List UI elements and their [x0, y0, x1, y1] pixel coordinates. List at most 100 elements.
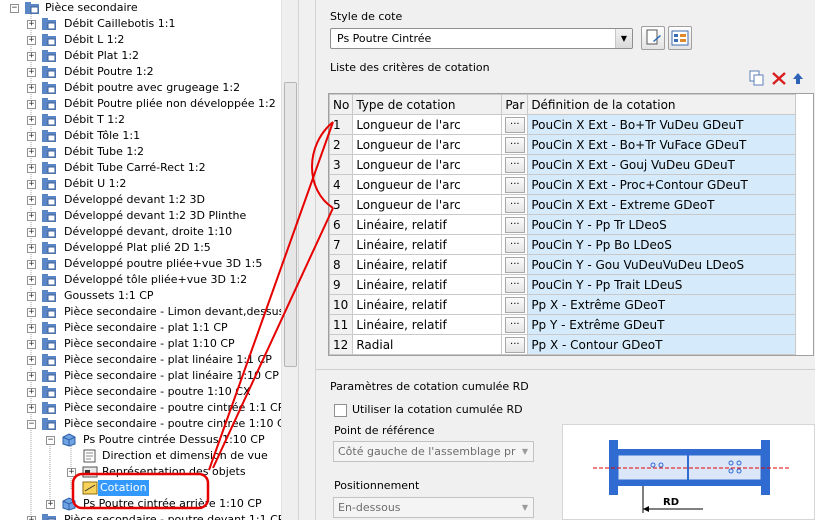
table-row[interactable]: 5 Longueur de l'arc... PouCin X Ext - Extr…: [329, 194, 797, 215]
expand-toggle-icon[interactable]: +: [27, 36, 36, 45]
parameters-button[interactable]: ...: [504, 236, 525, 253]
cell-type[interactable]: Radial: [352, 334, 503, 355]
table-row[interactable]: 8 Linéaire, relatif... PouCin Y - Gou VuDe…: [329, 254, 797, 275]
parameters-button[interactable]: ...: [504, 296, 525, 313]
cell-definition[interactable]: PouCin X Ext - Extreme GDeoT: [527, 194, 797, 215]
table-row[interactable]: 12 Radial... Pp X - Contour GDeoT: [329, 334, 797, 355]
table-row[interactable]: 6 Linéaire, relatif... PouCin Y - Pp Tr LD…: [329, 214, 797, 235]
table-row[interactable]: 10 Linéaire, relatif... Pp X - Extrême GDe…: [329, 294, 797, 315]
move-up-icon[interactable]: [792, 72, 804, 85]
tree-item-label: Débit L 1:2: [64, 33, 125, 46]
style-settings-button[interactable]: [668, 26, 692, 50]
parameters-button[interactable]: ...: [504, 336, 525, 353]
copy-icon[interactable]: [748, 70, 766, 86]
parameters-button[interactable]: ...: [504, 276, 525, 293]
expand-toggle-icon[interactable]: +: [27, 372, 36, 381]
cell-definition[interactable]: Pp Y - Extrême GDeuT: [527, 314, 797, 335]
expand-toggle-icon[interactable]: +: [27, 148, 36, 157]
parameters-button[interactable]: ...: [504, 116, 525, 133]
expand-toggle-icon[interactable]: −: [46, 436, 55, 445]
open-style-button[interactable]: [641, 26, 665, 50]
parameters-button[interactable]: ...: [504, 316, 525, 333]
expand-toggle-icon[interactable]: +: [27, 100, 36, 109]
expand-toggle-icon[interactable]: −: [27, 420, 36, 429]
expand-toggle-icon[interactable]: +: [46, 500, 55, 509]
cell-type[interactable]: Longueur de l'arc: [352, 134, 503, 155]
expand-toggle-icon[interactable]: +: [27, 276, 36, 285]
cell-type[interactable]: Longueur de l'arc: [352, 194, 503, 215]
expand-toggle-icon[interactable]: +: [27, 516, 36, 520]
cell-definition[interactable]: PouCin X Ext - Gouj VuDeu GDeuT: [527, 154, 797, 175]
expand-toggle-icon[interactable]: +: [27, 324, 36, 333]
expand-toggle-icon[interactable]: +: [27, 340, 36, 349]
expand-toggle-icon[interactable]: +: [27, 116, 36, 125]
cell-definition[interactable]: PouCin Y - Gou VuDeuVuDeu LDeoS: [527, 254, 797, 275]
table-row[interactable]: 3 Longueur de l'arc... PouCin X Ext - Gouj…: [329, 154, 797, 175]
expand-toggle-icon[interactable]: +: [27, 260, 36, 269]
expand-toggle-icon[interactable]: +: [27, 180, 36, 189]
position-dropdown[interactable]: En-dessous ▼: [333, 497, 534, 518]
expand-toggle-icon[interactable]: +: [27, 292, 36, 301]
cell-definition[interactable]: PouCin Y - Pp Trait LDeuS: [527, 274, 797, 295]
beam-preview-drawing: RD: [593, 440, 789, 513]
expand-toggle-icon[interactable]: +: [27, 404, 36, 413]
parameters-button[interactable]: ...: [504, 136, 525, 153]
cell-type[interactable]: Linéaire, relatif: [352, 294, 503, 315]
parameters-button[interactable]: ...: [504, 216, 525, 233]
cell-definition[interactable]: PouCin X Ext - Proc+Contour GDeuT: [527, 174, 797, 195]
cumul-checkbox[interactable]: [334, 404, 347, 417]
col-header-definition[interactable]: Définition de la cotation: [527, 94, 797, 115]
expand-toggle-icon[interactable]: −: [10, 4, 19, 13]
splitter[interactable]: [298, 0, 316, 520]
parameters-button[interactable]: ...: [504, 156, 525, 173]
expand-toggle-icon[interactable]: +: [27, 228, 36, 237]
rd-label: RD: [663, 497, 679, 508]
expand-toggle-icon[interactable]: +: [27, 196, 36, 205]
parameters-button[interactable]: ...: [504, 256, 525, 273]
col-header-no[interactable]: No: [329, 94, 354, 115]
table-row[interactable]: 1 Longueur de l'arc... PouCin X Ext - Bo+T…: [329, 114, 797, 135]
scrollbar-thumb[interactable]: [284, 82, 297, 367]
cell-definition[interactable]: PouCin X Ext - Bo+Tr VuDeu GDeuT: [527, 114, 797, 135]
table-row[interactable]: 9 Linéaire, relatif... PouCin Y - Pp Trait…: [329, 274, 797, 295]
table-row[interactable]: 2 Longueur de l'arc... PouCin X Ext - Bo+T…: [329, 134, 797, 155]
cell-definition[interactable]: Pp X - Contour GDeoT: [527, 334, 797, 355]
expand-toggle-icon[interactable]: +: [27, 164, 36, 173]
expand-toggle-icon[interactable]: +: [27, 132, 36, 141]
cell-type[interactable]: Linéaire, relatif: [352, 234, 503, 255]
cell-definition[interactable]: PouCin X Ext - Bo+Tr VuFace GDeuT: [527, 134, 797, 155]
style-dropdown[interactable]: Ps Poutre Cintrée ▼: [330, 28, 633, 49]
cell-type[interactable]: Longueur de l'arc: [352, 114, 503, 135]
expand-toggle-icon[interactable]: +: [27, 356, 36, 365]
cell-definition[interactable]: PouCin Y - Pp Tr LDeoS: [527, 214, 797, 235]
delete-icon[interactable]: [771, 71, 787, 86]
folder-tree[interactable]: − Pièce secondaire + Débit Caillebotis 1:1 +…: [0, 0, 281, 520]
parameters-button[interactable]: ...: [504, 196, 525, 213]
cell-type[interactable]: Linéaire, relatif: [352, 214, 503, 235]
expand-toggle-icon[interactable]: +: [27, 68, 36, 77]
col-header-par[interactable]: Par: [501, 94, 529, 115]
cell-type[interactable]: Longueur de l'arc: [352, 154, 503, 175]
expand-toggle-icon[interactable]: +: [27, 308, 36, 317]
table-row[interactable]: 4 Longueur de l'arc... PouCin X Ext - Proc…: [329, 174, 797, 195]
cell-definition[interactable]: Pp X - Extrême GDeoT: [527, 294, 797, 315]
expand-toggle-icon[interactable]: +: [67, 468, 76, 477]
cell-type[interactable]: Linéaire, relatif: [352, 274, 503, 295]
expand-toggle-icon[interactable]: +: [27, 388, 36, 397]
table-row[interactable]: 7 Linéaire, relatif... PouCin Y - Pp Bo LD…: [329, 234, 797, 255]
cell-type[interactable]: Linéaire, relatif: [352, 314, 503, 335]
criteria-grid[interactable]: No Type de cotation Par Définition de la…: [328, 93, 814, 356]
expand-toggle-icon[interactable]: +: [27, 52, 36, 61]
expand-toggle-icon[interactable]: +: [27, 84, 36, 93]
ref-point-dropdown[interactable]: Côté gauche de l'assemblage principal ▼: [333, 441, 534, 462]
expand-toggle-icon[interactable]: +: [27, 244, 36, 253]
table-row[interactable]: 11 Linéaire, relatif... Pp Y - Extrême GDe…: [329, 314, 797, 335]
cell-definition[interactable]: PouCin Y - Pp Bo LDeoS: [527, 234, 797, 255]
parameters-button[interactable]: ...: [504, 176, 525, 193]
expand-toggle-icon[interactable]: +: [27, 20, 36, 29]
expand-toggle-icon[interactable]: +: [27, 212, 36, 221]
cell-type[interactable]: Longueur de l'arc: [352, 174, 503, 195]
cell-type[interactable]: Linéaire, relatif: [352, 254, 503, 275]
col-header-type[interactable]: Type de cotation: [352, 94, 503, 115]
tree-vertical-scrollbar[interactable]: [281, 0, 298, 520]
